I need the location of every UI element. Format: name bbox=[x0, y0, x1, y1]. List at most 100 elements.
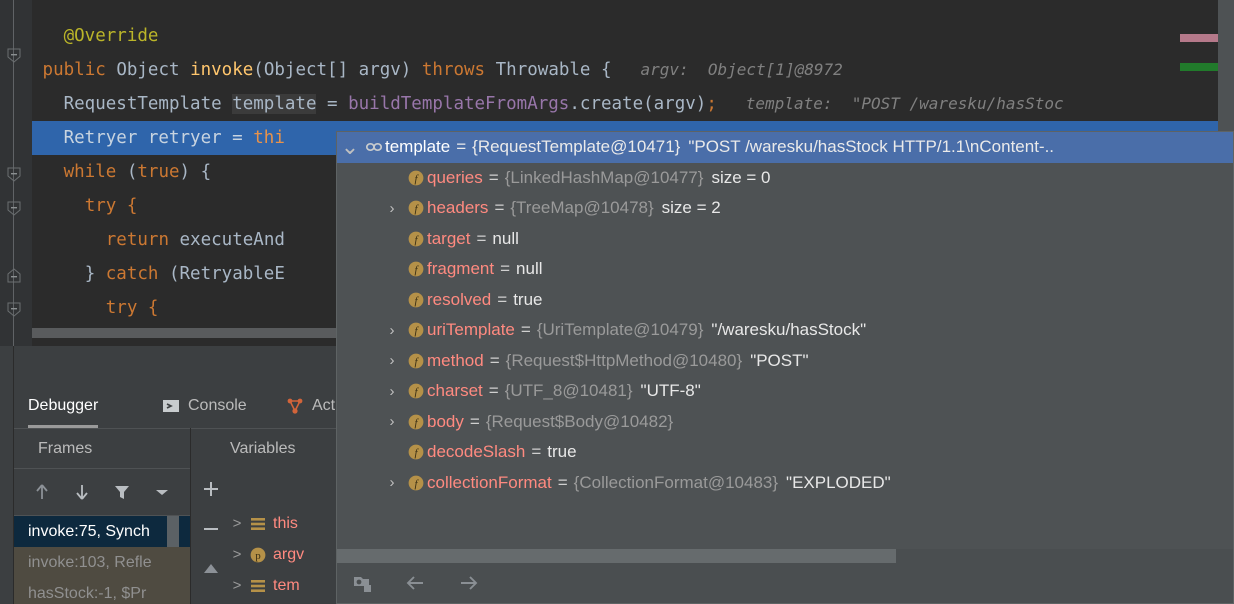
chevron-right-icon[interactable]: › bbox=[379, 474, 405, 491]
popup-tree-row[interactable]: f target = null bbox=[337, 224, 1233, 255]
code-token: try { bbox=[105, 298, 159, 318]
error-stripe-marker[interactable] bbox=[1180, 63, 1218, 71]
popup-field-ref: {UTF_8@10481} bbox=[504, 381, 633, 401]
field-icon: f bbox=[405, 230, 427, 248]
equals-sign: = bbox=[469, 411, 480, 431]
panel-left-strip bbox=[0, 346, 14, 604]
popup-field-value: "EXPLODED" bbox=[786, 472, 891, 492]
popup-tree-row[interactable]: f decodeSlash = true bbox=[337, 437, 1233, 468]
popup-tree-row[interactable]: › f charset = {UTF_8@10481} "UTF-8" bbox=[337, 376, 1233, 407]
step-up-icon[interactable] bbox=[31, 481, 53, 503]
column-header-variables: Variables bbox=[230, 440, 296, 457]
remove-watch-icon[interactable] bbox=[200, 518, 222, 540]
variable-row[interactable]: > p argv bbox=[231, 539, 341, 570]
expand-arrow-icon[interactable]: > bbox=[231, 515, 243, 532]
code-line: @Override bbox=[32, 19, 1234, 53]
editor-gutter[interactable] bbox=[0, 0, 32, 346]
popup-field-ref: {TreeMap@10478} bbox=[510, 198, 654, 218]
popup-horizontal-scrollbar[interactable] bbox=[337, 549, 1233, 563]
popup-tree-row[interactable]: f resolved = true bbox=[337, 285, 1233, 316]
infinity-icon bbox=[363, 138, 385, 156]
frame-row[interactable]: invoke:103, Refle bbox=[14, 547, 190, 578]
copy-value-icon[interactable] bbox=[351, 570, 377, 596]
navigate-back-icon[interactable] bbox=[403, 570, 429, 596]
navigate-forward-icon[interactable] bbox=[455, 570, 481, 596]
popup-field-value: size = 2 bbox=[661, 198, 721, 218]
object-icon bbox=[249, 577, 267, 595]
frames-list[interactable]: invoke:75, Synch invoke:103, Refle hasStoc… bbox=[14, 516, 190, 604]
fold-marker-icon[interactable] bbox=[6, 167, 22, 183]
chevron-right-icon[interactable]: › bbox=[379, 352, 405, 369]
popup-tree-row[interactable]: f fragment = null bbox=[337, 254, 1233, 285]
equals-sign: = bbox=[456, 137, 467, 157]
popup-field-value: null bbox=[516, 259, 543, 279]
tab-console[interactable]: Console bbox=[162, 384, 247, 428]
field-icon: f bbox=[405, 352, 427, 370]
popup-field-value: "POST" bbox=[750, 350, 809, 370]
equals-sign: = bbox=[476, 228, 487, 248]
code-token: try { bbox=[84, 196, 138, 216]
chevron-down-icon[interactable]: ⌄ bbox=[337, 136, 363, 158]
scrollbar-thumb[interactable] bbox=[337, 549, 896, 563]
column-header-frames: Frames bbox=[38, 440, 93, 457]
code-token: (Object[] argv) bbox=[253, 60, 422, 80]
chevron-right-icon[interactable]: › bbox=[379, 200, 405, 217]
frames-scrollbar-thumb[interactable] bbox=[167, 516, 179, 547]
tab-debugger[interactable]: Debugger bbox=[28, 384, 99, 428]
filter-icon[interactable] bbox=[111, 481, 133, 503]
code-line: public Object invoke(Object[] argv) thro… bbox=[32, 53, 1234, 87]
fold-marker-icon[interactable] bbox=[6, 302, 22, 318]
popup-field-name: queries bbox=[427, 167, 483, 187]
popup-tree-row[interactable]: › f method = {Request$HttpMethod@10480} "POST… bbox=[337, 346, 1233, 377]
chevron-right-icon[interactable]: › bbox=[379, 383, 405, 400]
popup-tree[interactable]: ⌄ template = {RequestTemplate@10471} "POST /… bbox=[337, 132, 1233, 498]
frame-row[interactable]: hasStock:-1, $Pr bbox=[14, 578, 190, 604]
fold-marker-icon[interactable] bbox=[6, 201, 22, 217]
move-up-icon[interactable] bbox=[200, 558, 222, 580]
equals-sign: = bbox=[500, 259, 511, 279]
expand-arrow-icon[interactable]: > bbox=[231, 546, 243, 563]
variable-row[interactable]: > tem bbox=[231, 570, 341, 601]
popup-field-name: decodeSlash bbox=[427, 442, 526, 462]
expand-arrow-icon[interactable]: > bbox=[231, 577, 243, 594]
variable-row[interactable]: > this bbox=[231, 508, 341, 539]
popup-field-value: "/waresku/hasStock" bbox=[711, 320, 867, 340]
add-watch-icon[interactable] bbox=[200, 478, 222, 500]
popup-tree-row[interactable]: f queries = {LinkedHashMap@10477} size = 0 bbox=[337, 163, 1233, 194]
code-token: RequestTemplate bbox=[63, 94, 233, 114]
equals-sign: = bbox=[489, 350, 500, 370]
popup-tree-row[interactable]: › f body = {Request$Body@10482} bbox=[337, 407, 1233, 438]
field-icon: f bbox=[405, 321, 427, 339]
value-inspect-popup[interactable]: ⌄ template = {RequestTemplate@10471} "POST /… bbox=[336, 131, 1234, 604]
step-down-icon[interactable] bbox=[71, 481, 93, 503]
frame-row[interactable]: invoke:75, Synch bbox=[14, 516, 190, 547]
popup-tree-row[interactable]: › f headers = {TreeMap@10478} size = 2 bbox=[337, 193, 1233, 224]
error-stripe-marker[interactable] bbox=[1180, 34, 1218, 42]
popup-tree-row[interactable]: › f uriTemplate = {UriTemplate@10479} "/wares… bbox=[337, 315, 1233, 346]
field-icon: f bbox=[405, 443, 427, 461]
dropdown-icon[interactable] bbox=[151, 481, 173, 503]
chevron-right-icon[interactable]: › bbox=[379, 413, 405, 430]
popup-tree-row[interactable]: › f collectionFormat = {CollectionFormat@104… bbox=[337, 468, 1233, 499]
scrollbar-thumb[interactable] bbox=[32, 328, 384, 338]
popup-field-name: fragment bbox=[427, 259, 495, 279]
variable-name: argv bbox=[273, 545, 305, 563]
popup-field-ref: {LinkedHashMap@10477} bbox=[504, 167, 704, 187]
equals-sign: = bbox=[531, 442, 542, 462]
popup-tree-row[interactable]: ⌄ template = {RequestTemplate@10471} "POST /… bbox=[337, 132, 1233, 163]
equals-sign: = bbox=[497, 289, 508, 309]
popup-field-ref: {Request$Body@10482} bbox=[485, 411, 674, 431]
code-token: ) { bbox=[179, 162, 212, 182]
equals-sign: = bbox=[488, 381, 499, 401]
popup-field-ref: {CollectionFormat@10483} bbox=[573, 472, 779, 492]
variables-list[interactable]: >this>pargv>tem>buil bbox=[231, 508, 341, 604]
popup-field-value: "POST /waresku/hasStock HTTP/1.1\nConten… bbox=[688, 137, 1055, 157]
fold-marker-icon[interactable] bbox=[6, 48, 22, 64]
code-token: } bbox=[84, 264, 106, 284]
chevron-right-icon[interactable]: › bbox=[379, 322, 405, 339]
fold-end-marker-icon[interactable] bbox=[6, 268, 22, 284]
